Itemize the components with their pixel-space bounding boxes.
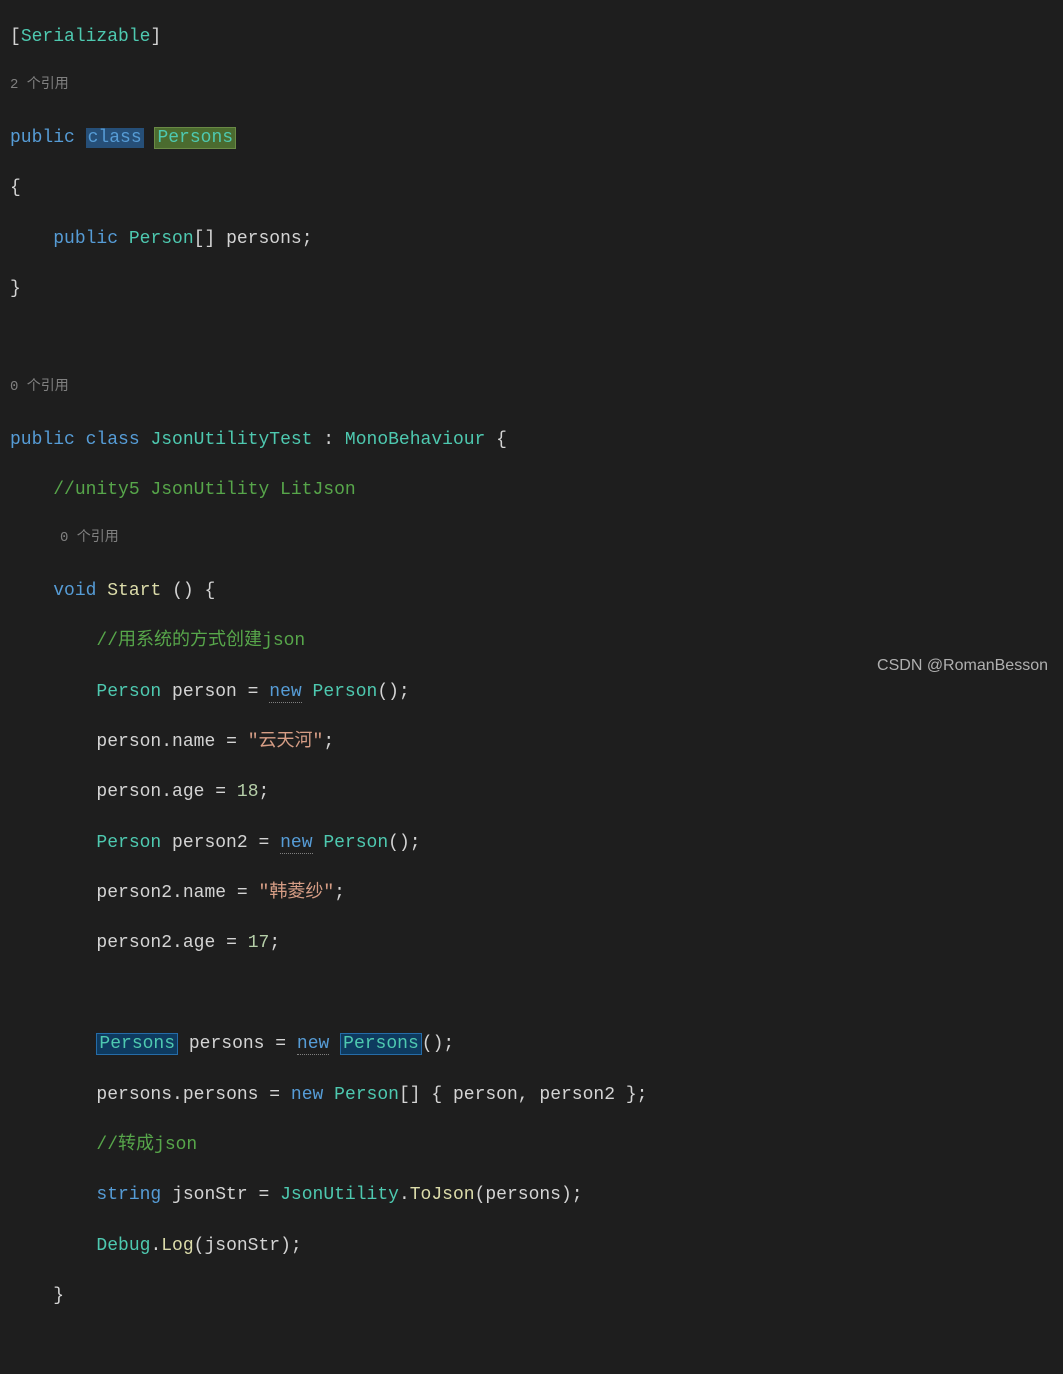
blank-line	[10, 327, 1063, 352]
class-name-jsonutilitytest: JsonUtilityTest	[150, 430, 312, 450]
type-debug: Debug	[96, 1236, 150, 1256]
code-line[interactable]: public class Persons	[10, 126, 1063, 151]
code-line[interactable]: person2.name = "韩菱纱";	[10, 881, 1063, 906]
watermark: CSDN @RomanBesson	[877, 655, 1048, 677]
type-persons-ref: Persons	[96, 1033, 178, 1055]
field-persons: persons	[226, 229, 302, 249]
type-jsonutility: JsonUtility	[280, 1185, 399, 1205]
code-line[interactable]: Person person2 = new Person();	[10, 831, 1063, 856]
class-name-persons: Persons	[154, 127, 236, 149]
code-line[interactable]: Person person = new Person();	[10, 680, 1063, 705]
type-persons-ref: Persons	[340, 1033, 422, 1055]
code-line[interactable]: }	[10, 1284, 1063, 1309]
code-line[interactable]: //转成json	[10, 1133, 1063, 1158]
code-line[interactable]: public class JsonUtilityTest : MonoBehav…	[10, 428, 1063, 453]
code-editor[interactable]: [Serializable] 2 个引用 public class Person…	[0, 0, 1063, 1374]
code-line[interactable]: Persons persons = new Persons();	[10, 1032, 1063, 1057]
blank-line	[10, 1334, 1063, 1359]
code-line[interactable]: //用系统的方式创建json	[10, 629, 1063, 654]
keyword-string: string	[96, 1185, 161, 1205]
code-line[interactable]: persons.persons = new Person[] { person,…	[10, 1083, 1063, 1108]
code-line[interactable]: //unity5 JsonUtility LitJson	[10, 478, 1063, 503]
comment: //用系统的方式创建json	[96, 631, 305, 651]
code-line[interactable]: Debug.Log(jsonStr);	[10, 1234, 1063, 1259]
code-line[interactable]: person2.age = 17;	[10, 931, 1063, 956]
code-line[interactable]: string jsonStr = JsonUtility.ToJson(pers…	[10, 1183, 1063, 1208]
keyword-public: public	[10, 128, 75, 148]
references-hint[interactable]: 2 个引用	[10, 76, 1063, 101]
method-start: Start	[107, 581, 161, 601]
number-literal: 18	[237, 782, 259, 802]
method-log: Log	[161, 1236, 193, 1256]
gutter	[0, 0, 8, 687]
blank-line	[10, 982, 1063, 1007]
keyword-class: class	[86, 128, 144, 148]
string-literal: "云天河"	[248, 732, 324, 752]
code-line[interactable]: [Serializable]	[10, 25, 1063, 50]
method-tojson: ToJson	[410, 1185, 475, 1205]
references-hint[interactable]: 0 个引用	[10, 529, 1063, 554]
attribute-type: Serializable	[21, 27, 151, 47]
type-monobehaviour: MonoBehaviour	[345, 430, 485, 450]
references-hint[interactable]: 0 个引用	[10, 378, 1063, 403]
keyword-void: void	[53, 581, 96, 601]
comment: //转成json	[96, 1135, 197, 1155]
code-line[interactable]: void Start () {	[10, 579, 1063, 604]
code-line[interactable]: person.age = 18;	[10, 780, 1063, 805]
number-literal: 17	[248, 933, 270, 953]
code-line[interactable]: public Person[] persons;	[10, 227, 1063, 252]
code-line[interactable]: }	[10, 277, 1063, 302]
string-literal: "韩菱纱"	[259, 883, 335, 903]
code-line[interactable]: {	[10, 176, 1063, 201]
code-line[interactable]: person.name = "云天河";	[10, 730, 1063, 755]
type-person: Person	[129, 229, 194, 249]
comment: //unity5 JsonUtility LitJson	[53, 480, 355, 500]
